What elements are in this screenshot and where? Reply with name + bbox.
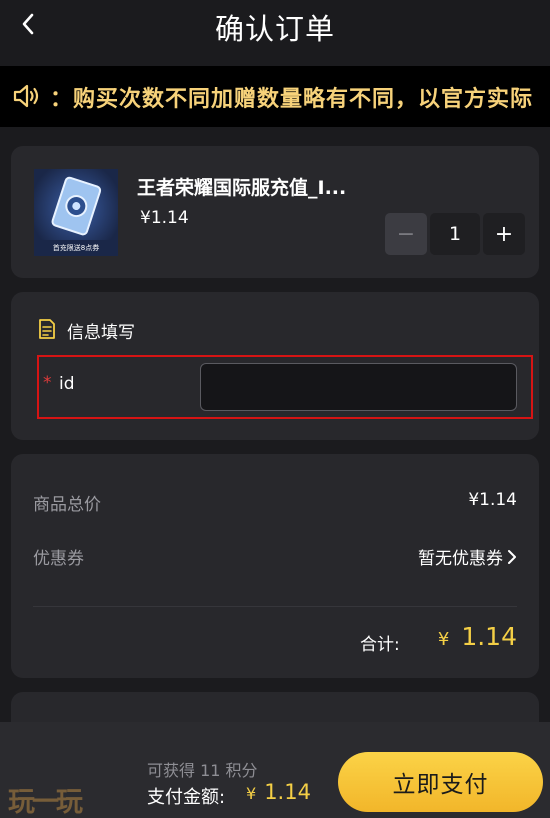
page-title: 确认订单 xyxy=(214,12,335,46)
quantity-decrease-button[interactable]: − xyxy=(385,213,427,255)
total-value: ¥1.14 xyxy=(438,622,517,651)
divider xyxy=(33,606,517,607)
pay-amount-value: 1.14 xyxy=(264,780,311,804)
pay-now-button[interactable]: 立即支付 xyxy=(338,752,543,812)
id-field-row: * id xyxy=(37,355,533,419)
total-currency: ¥ xyxy=(437,629,450,650)
notice-banner: ：购买次数不同加赠数量略有不同，以官方实际 xyxy=(0,66,550,127)
points-text: 可获得 11 积分 xyxy=(147,761,258,780)
document-icon xyxy=(39,319,55,339)
summary-card: 商品总价 ¥1.14 优惠券 暂无优惠券 合计: ¥1.14 xyxy=(11,454,539,678)
coupon-selector[interactable]: 暂无优惠券 xyxy=(418,544,517,569)
quantity-value[interactable]: 1 xyxy=(430,213,480,255)
pay-amount: ¥1.14 xyxy=(246,780,311,804)
info-section-title: 信息填写 xyxy=(67,323,135,343)
coupon-label: 优惠券 xyxy=(33,549,84,569)
thumb-caption: 首充限送8点券 xyxy=(52,244,100,252)
pay-amount-label: 支付金额: xyxy=(147,787,226,808)
id-label: id xyxy=(59,374,75,394)
pay-currency: ¥ xyxy=(246,784,257,803)
quantity-increase-button[interactable]: + xyxy=(483,213,525,255)
id-input[interactable] xyxy=(200,363,517,411)
chevron-right-icon xyxy=(508,549,516,564)
subtotal-value: ¥1.14 xyxy=(468,490,517,510)
product-name: 王者荣耀国际服充值_I... xyxy=(137,177,347,199)
speaker-icon xyxy=(13,84,39,108)
subtotal-label: 商品总价 xyxy=(33,495,101,515)
info-card: 信息填写 * id xyxy=(11,292,539,440)
notice-text: ：购买次数不同加赠数量略有不同，以官方实际 xyxy=(50,87,534,112)
watermark-logo: 玩一玩 xyxy=(8,787,83,818)
coupon-value: 暂无优惠券 xyxy=(418,549,503,569)
app-header: 确认订单 xyxy=(0,0,550,66)
total-label: 合计: xyxy=(360,635,400,655)
product-card: 首充限送8点券 王者荣耀国际服充值_I... ¥1.14 − 1 + xyxy=(11,146,539,278)
checkout-bar: 玩一玩 可获得 11 积分 支付金额: ¥1.14 立即支付 xyxy=(0,722,550,818)
total-amount: 1.14 xyxy=(461,622,517,651)
product-price: ¥1.14 xyxy=(140,208,189,228)
product-image[interactable]: 首充限送8点券 xyxy=(34,169,118,256)
required-mark: * xyxy=(43,373,52,393)
